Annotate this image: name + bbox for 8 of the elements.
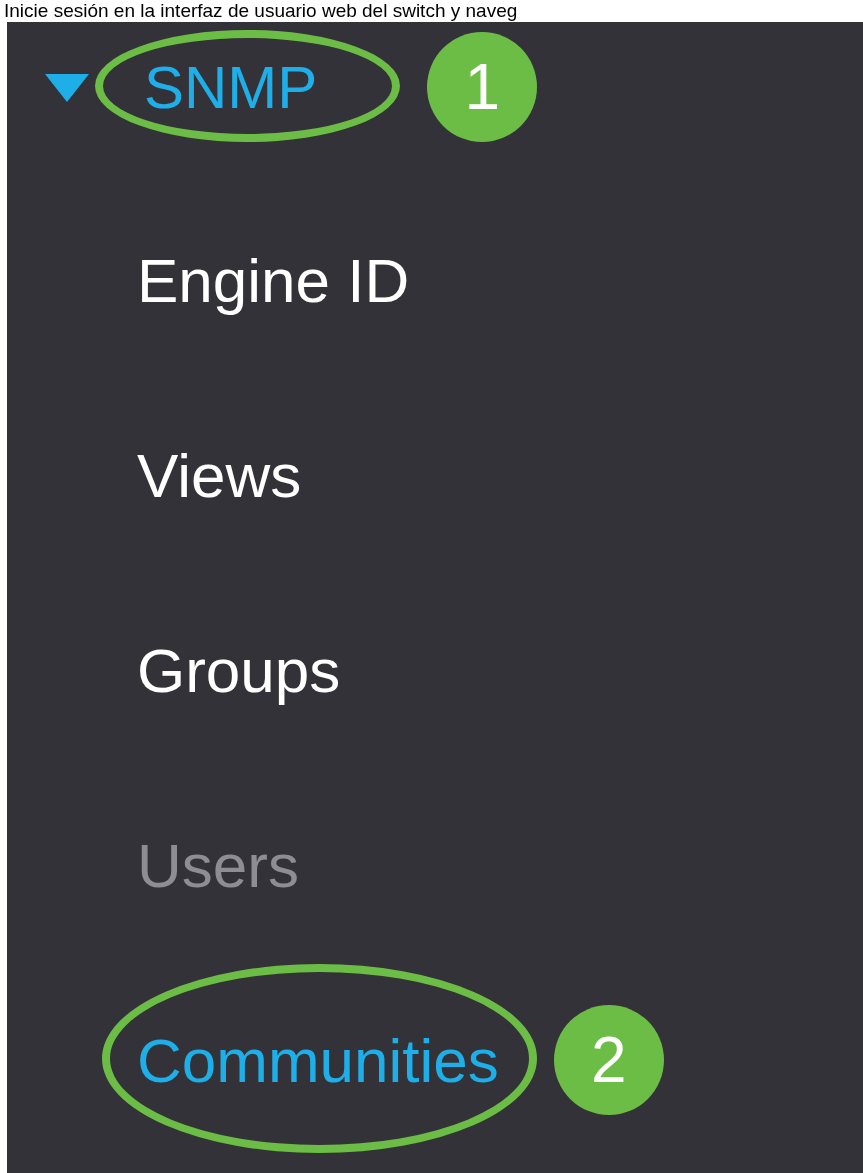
menu-item[interactable]: SNMP bbox=[144, 58, 318, 118]
menu-item[interactable]: Communities bbox=[137, 1029, 499, 1092]
menu-item[interactable]: Views bbox=[137, 444, 302, 507]
menu-item: Users bbox=[137, 834, 299, 897]
caret-icon[interactable] bbox=[45, 74, 89, 102]
caption-text: Inicie sesión en la interfaz de usuario web del switch y naveg bbox=[3, 0, 519, 22]
callout-badge: 1 bbox=[427, 32, 538, 142]
callout-badge: 2 bbox=[553, 1004, 664, 1115]
